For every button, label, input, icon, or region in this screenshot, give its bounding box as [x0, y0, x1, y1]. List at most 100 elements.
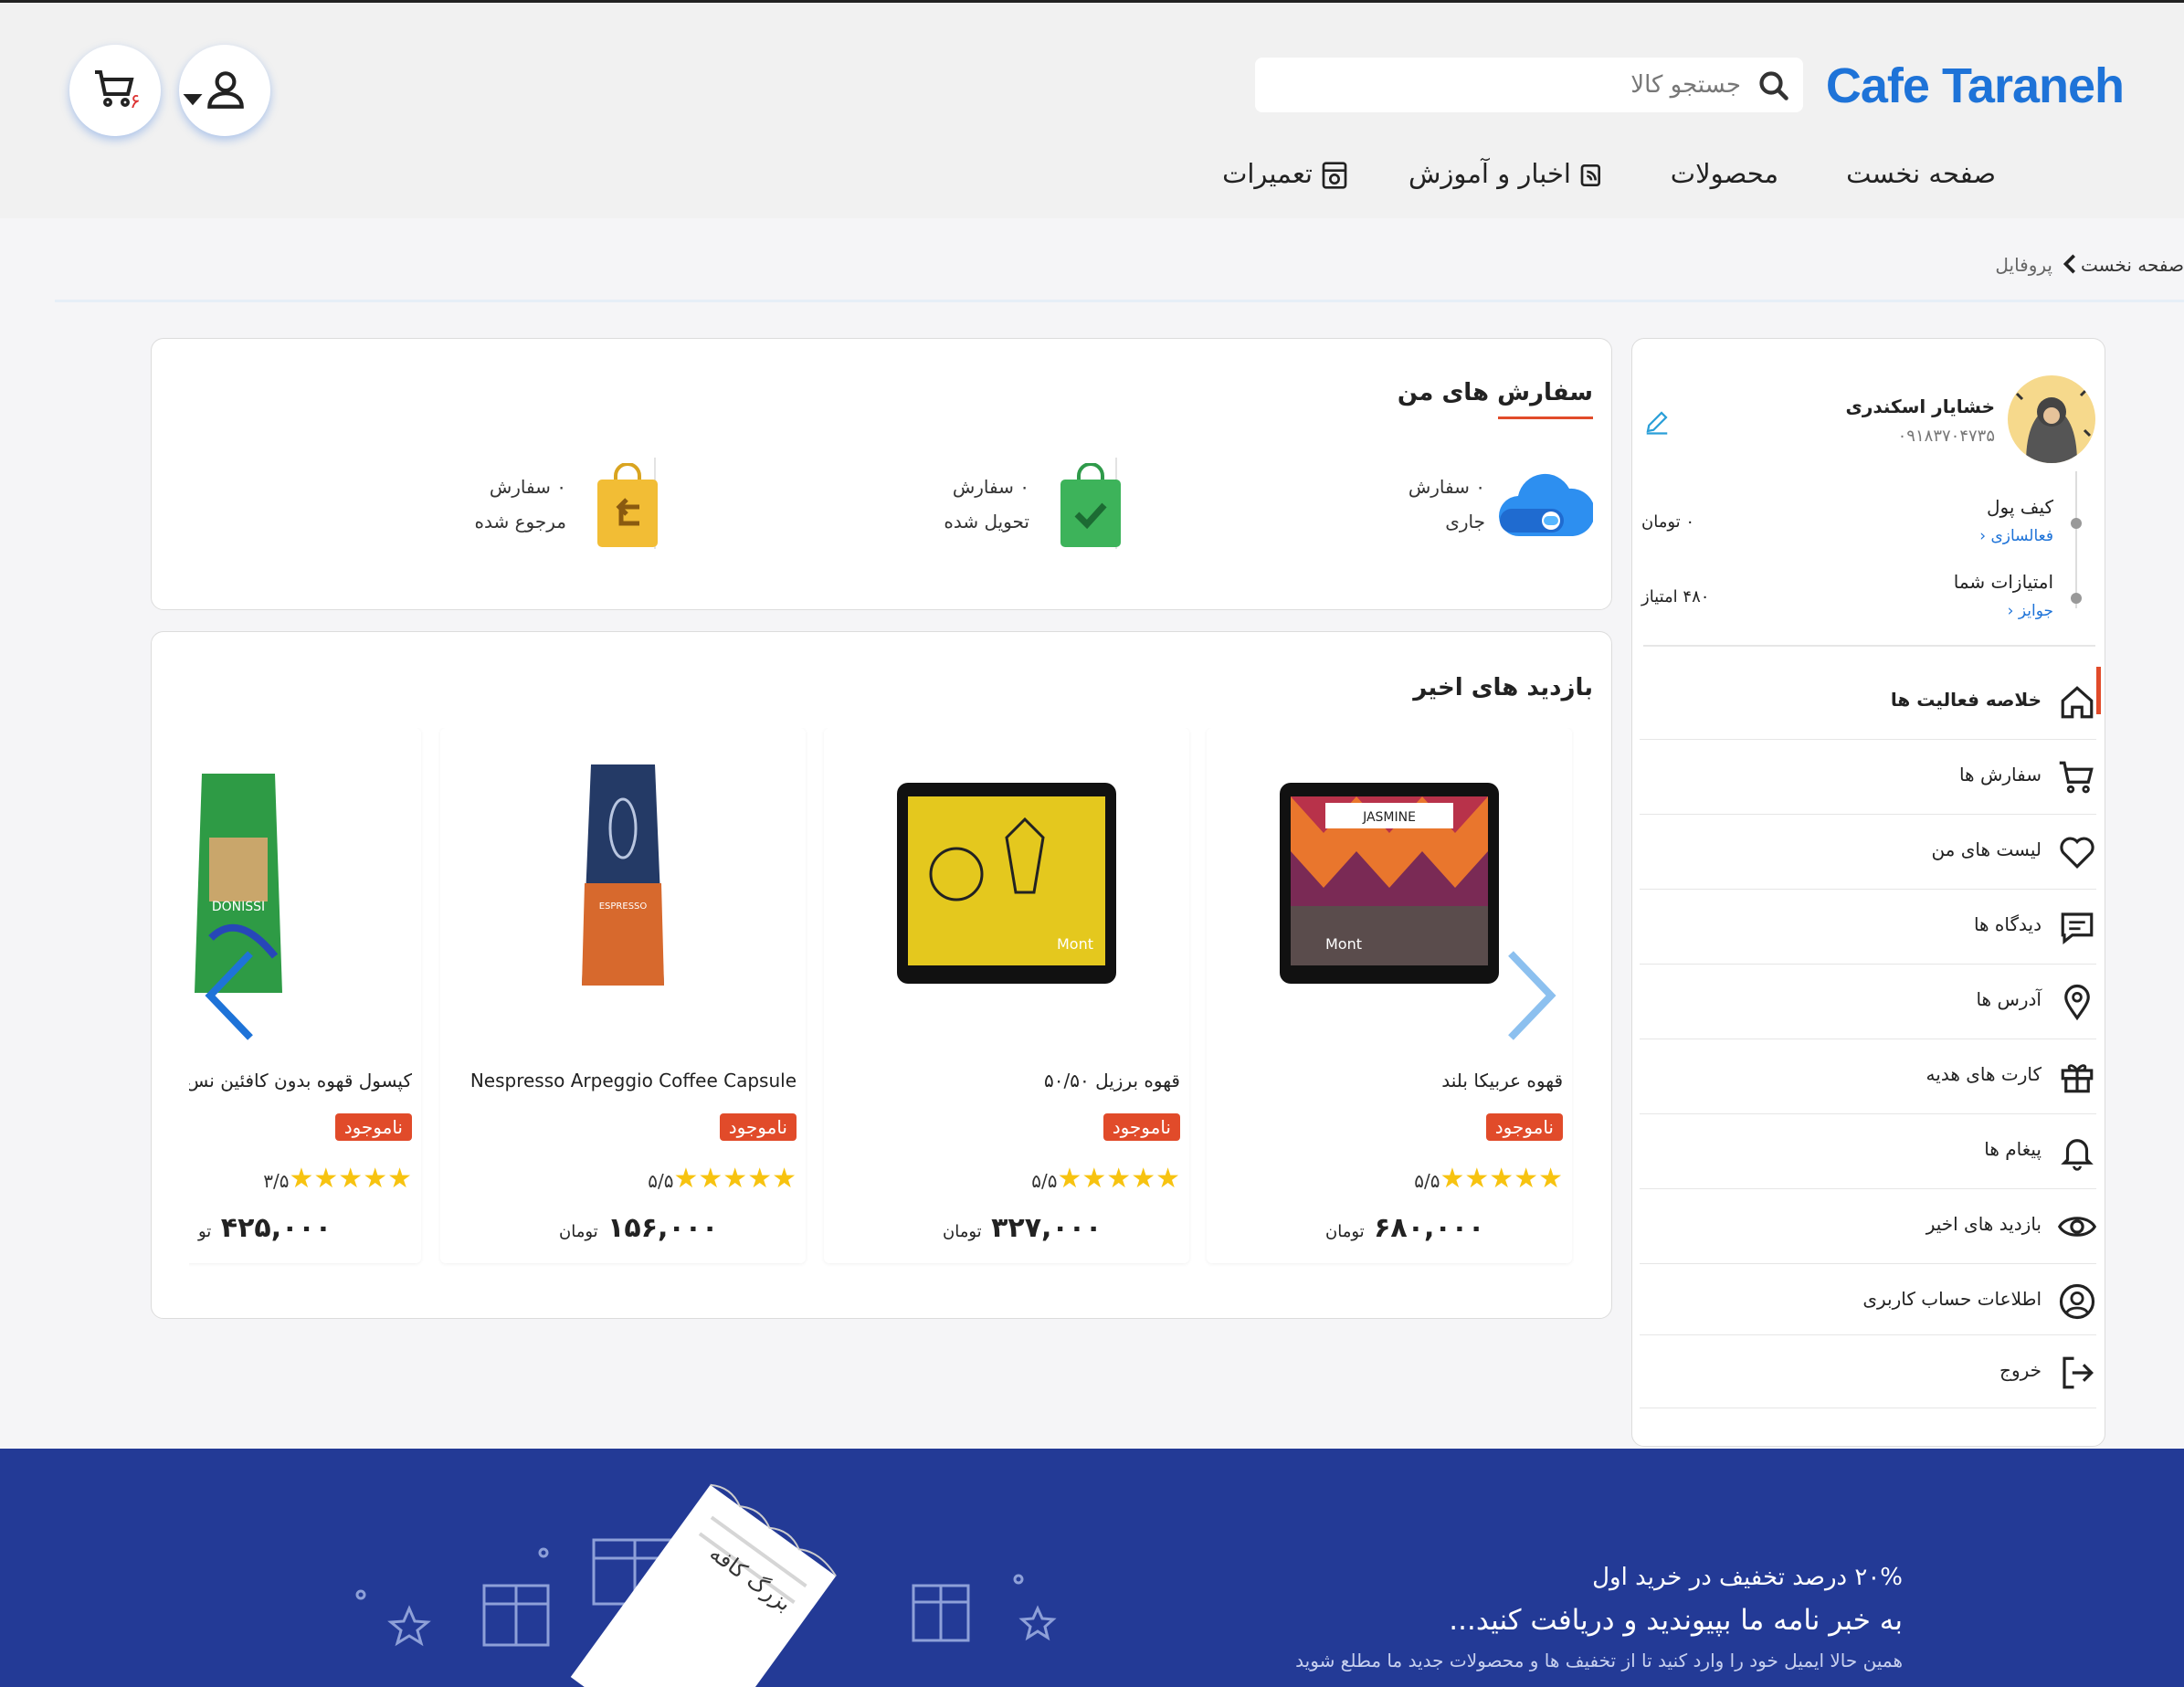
points-rewards-label: جوایز	[2018, 602, 2053, 620]
orders-title-underline	[1498, 416, 1593, 419]
rating-value: ۵/۵	[1414, 1170, 1440, 1192]
points-dot	[2071, 593, 2082, 604]
sidebar-item-gift-cards[interactable]: کارت های هدیه	[1640, 1039, 2096, 1114]
rating-value: ۳/۵	[263, 1170, 290, 1192]
product-name: قهوه برزیل ۵۰/۵۰	[1044, 1070, 1180, 1091]
delivered-orders-label: تحویل شده	[944, 511, 1029, 532]
sidebar-item-orders[interactable]: سفارش ها	[1640, 740, 2096, 815]
product-name: کپسول قهوه بدون کافئین نس	[189, 1070, 412, 1091]
sidebar-item-label: کارت های هدیه	[1926, 1063, 2042, 1085]
sidebar-item-activity[interactable]: خلاصه فعالیت ها	[1640, 665, 2096, 740]
rss-icon	[1580, 164, 1600, 186]
sidebar-item-lists[interactable]: لیست های من	[1640, 815, 2096, 890]
rating-stars: ★★★★★	[673, 1163, 798, 1195]
repair-icon	[1322, 162, 1347, 189]
cloud-toggle-icon	[1499, 473, 1593, 537]
profile-name: خشایار اسکندری	[1845, 395, 1996, 417]
search-icon[interactable]	[1757, 69, 1790, 102]
delivered-orders-count: ۰ سفارش	[952, 476, 1029, 498]
product-price: ۳۲۷,۰۰۰ تومان	[943, 1212, 1102, 1244]
out-of-stock-badge: ناموجود	[1103, 1113, 1180, 1141]
nav-home[interactable]: صفحه نخست	[1846, 158, 1996, 195]
sidebar-item-recent-views[interactable]: بازدید های اخیر	[1640, 1189, 2096, 1264]
rating-value: ۵/۵	[1031, 1170, 1058, 1192]
wallet-label: کیف پول	[1986, 496, 2053, 518]
site-header: Cafe Taraneh ۶ صفحه نخست محصولات اخبار و…	[0, 3, 2184, 218]
newsletter-headline: به خبر نامه ما بپیوندید و دریافت کنید...	[1449, 1604, 1903, 1637]
edit-icon[interactable]	[1643, 408, 1671, 436]
sidebar-item-account-info[interactable]: اطلاعات حساب کاربری	[1640, 1264, 2096, 1335]
price-currency: تو	[198, 1222, 212, 1241]
product-rating: ★★★★★۳/۵	[263, 1163, 414, 1195]
product-rating: ★★★★★۵/۵	[1031, 1163, 1182, 1195]
product-name: قهوه عربیکا بلند	[1441, 1070, 1563, 1091]
product-card[interactable]: Mont قهوه برزیل ۵۰/۵۰ ناموجود ★★★★★۵/۵ ۳…	[824, 728, 1189, 1263]
delivered-orders-status[interactable]: ۰ سفارش تحویل شده	[702, 458, 1123, 558]
price-value: ۱۵۶,۰۰۰	[607, 1212, 719, 1244]
sidebar-active-indicator	[2096, 667, 2101, 714]
comment-icon	[2061, 912, 2094, 945]
price-currency: تومان	[1325, 1222, 1365, 1241]
price-currency: تومان	[943, 1222, 982, 1241]
product-rating: ★★★★★۵/۵	[648, 1163, 798, 1195]
user-circle-icon	[2059, 1283, 2095, 1320]
sidebar-item-addresses[interactable]: آدرس ها	[1640, 965, 2096, 1039]
brazil-coffee-bag-image: Mont	[897, 783, 1116, 984]
sidebar-item-logout[interactable]: خروج	[1640, 1335, 2096, 1408]
rating-stars: ★★★★★	[289, 1163, 414, 1195]
carousel-prev-chevron-icon[interactable]	[203, 950, 258, 1041]
user-menu-button[interactable]	[179, 45, 270, 136]
carousel-next-chevron-icon[interactable]	[1503, 950, 1558, 1041]
price-value: ۳۲۷,۰۰۰	[991, 1212, 1103, 1244]
nav-products[interactable]: محصولات	[1671, 158, 1778, 195]
product-price: ۴۲۵,۰۰۰ تو	[198, 1212, 332, 1244]
rating-stars: ★★★★★	[1440, 1163, 1565, 1195]
check-bag-icon	[1060, 463, 1121, 547]
price-value: ۴۲۵,۰۰۰	[220, 1212, 332, 1244]
breadcrumb-home[interactable]: صفحه نخست	[2081, 254, 2184, 276]
search-box[interactable]	[1255, 58, 1803, 112]
heart-icon	[2060, 837, 2094, 869]
newsletter-description: همین حالا ایمیل خود را وارد کنید تا از ت…	[1295, 1650, 1903, 1671]
caret-down-icon	[183, 94, 203, 106]
wallet-dot	[2071, 518, 2082, 529]
product-name: Nespresso Arpeggio Coffee Capsule	[470, 1070, 797, 1091]
gift-icon	[2061, 1064, 2094, 1093]
bell-icon	[2061, 1139, 2094, 1171]
sidebar-item-label: خروج	[1999, 1359, 2042, 1381]
avatar	[2008, 375, 2095, 463]
breadcrumb-chevron-icon	[2062, 254, 2080, 279]
sidebar-item-label: دیدگاه ها	[1973, 913, 2042, 935]
svg-text:Mont: Mont	[1325, 935, 1362, 953]
home-icon	[2061, 686, 2094, 719]
sidebar-item-label: آدرس ها	[1976, 988, 2042, 1010]
nav-news[interactable]: اخبار و آموزش	[1409, 158, 1608, 195]
current-orders-status[interactable]: ۰ سفارش جاری	[1173, 458, 1593, 558]
product-card[interactable]: ESPRESSO Nespresso Arpeggio Coffee Capsu…	[440, 728, 806, 1263]
product-price: ۱۵۶,۰۰۰ تومان	[559, 1212, 718, 1244]
price-value: ۶۸۰,۰۰۰	[1374, 1212, 1485, 1244]
returned-orders-status[interactable]: ۰ سفارش مرجوع شده	[239, 458, 659, 558]
sidebar-item-label: سفارش ها	[1958, 764, 2042, 786]
eye-icon	[2058, 1217, 2096, 1237]
nav-repairs[interactable]: تعمیرات	[1222, 158, 1349, 195]
wallet-activate-link[interactable]: فعالسازی ‹	[1979, 527, 2053, 545]
points-label: امتیازات شما	[1953, 571, 2053, 593]
svg-text:Mont: Mont	[1057, 935, 1093, 953]
newsletter-footer: بزرگ کافه ۲۰% درصد تخفیف در خرید اول به …	[0, 1449, 2184, 1687]
breadcrumb-divider	[55, 300, 2184, 302]
site-logo[interactable]: Cafe Taraneh	[1826, 58, 2125, 114]
search-input[interactable]	[1303, 58, 1741, 112]
product-price: ۶۸۰,۰۰۰ تومان	[1325, 1212, 1484, 1244]
points-rewards-link[interactable]: جوایز ‹	[2008, 602, 2053, 620]
sidebar-item-label: اطلاعات حساب کاربری	[1862, 1288, 2042, 1310]
rating-value: ۵/۵	[648, 1170, 674, 1192]
sidebar-item-label: بازدید های اخیر	[1926, 1213, 2042, 1235]
svg-text:DONISSI: DONISSI	[212, 900, 265, 914]
out-of-stock-badge: ناموجود	[1485, 1113, 1563, 1141]
sidebar-item-comments[interactable]: دیدگاه ها	[1640, 890, 2096, 965]
recent-products-carousel: DONISSI کپسول قهوه بدون کافئین نس ناموجو…	[189, 728, 1574, 1267]
cart-button[interactable]: ۶	[69, 45, 161, 136]
sidebar-item-messages[interactable]: پیغام ها	[1640, 1114, 2096, 1189]
espresso-bag-image: ESPRESSO	[582, 764, 664, 986]
